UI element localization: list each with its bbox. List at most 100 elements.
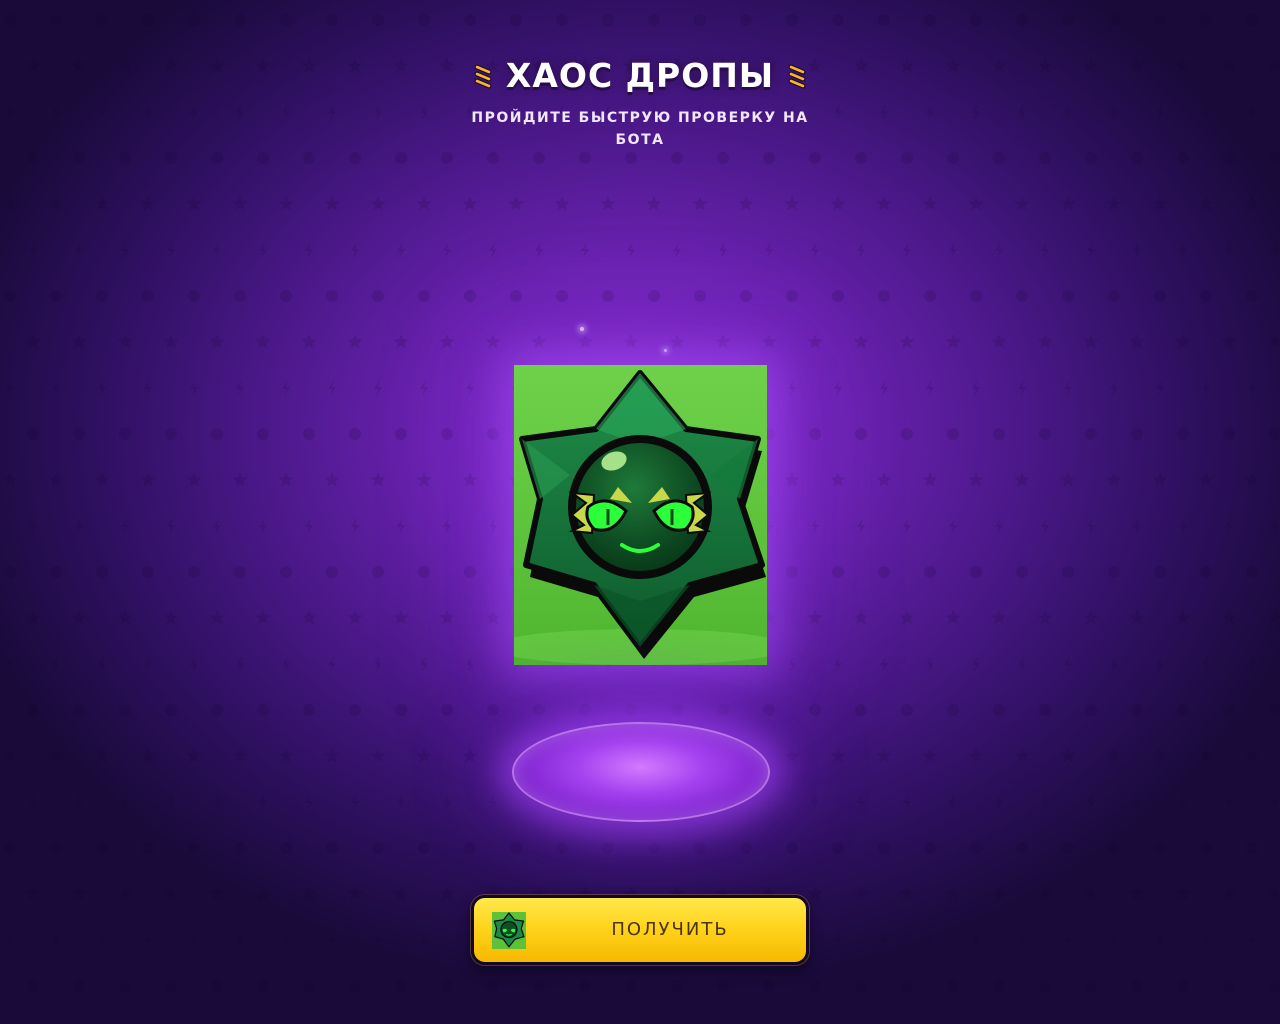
pattern-shape	[788, 656, 796, 672]
pattern-shape	[324, 196, 340, 211]
pattern-shape	[1060, 748, 1076, 763]
pattern-shape	[853, 886, 869, 901]
pattern-shape	[1225, 794, 1233, 810]
pattern-shape	[830, 196, 846, 211]
pattern-shape	[393, 610, 409, 625]
pattern-shape	[625, 152, 637, 164]
pattern-shape	[52, 656, 60, 672]
pattern-shape	[4, 842, 16, 854]
pattern-shape	[623, 334, 639, 349]
pattern-shape	[487, 152, 499, 164]
pattern-shape	[374, 656, 382, 672]
pattern-shape	[510, 842, 522, 854]
pattern-shape	[234, 566, 246, 578]
pattern-shape	[972, 380, 980, 396]
pattern-shape	[416, 748, 432, 763]
pattern-shape	[692, 196, 708, 211]
pattern-shape	[901, 704, 913, 716]
pattern-shape	[1271, 518, 1279, 534]
pattern-shape	[487, 704, 499, 716]
pattern-shape	[439, 886, 455, 901]
pattern-shape	[510, 14, 522, 26]
pattern-shape	[784, 472, 800, 487]
pattern-shape	[991, 334, 1007, 349]
pattern-shape	[1129, 334, 1145, 349]
pattern-shape	[487, 980, 499, 992]
pattern-shape	[485, 334, 501, 349]
pattern-shape	[25, 610, 41, 625]
pattern-shape	[188, 842, 200, 854]
pattern-shape	[211, 428, 223, 440]
pattern-shape	[968, 472, 984, 487]
pattern-shape	[349, 428, 361, 440]
pattern-shape	[1087, 242, 1095, 258]
pattern-shape	[1106, 748, 1122, 763]
pattern-shape	[1087, 794, 1095, 810]
pattern-shape	[443, 794, 451, 810]
pattern-shape	[324, 472, 340, 487]
pattern-shape	[1269, 704, 1280, 716]
pattern-shape	[98, 656, 106, 672]
pattern-shape	[970, 566, 982, 578]
pattern-shape	[811, 794, 819, 810]
pattern-shape	[48, 748, 64, 763]
pattern-shape	[119, 980, 131, 992]
pattern-shape	[1064, 656, 1072, 672]
pattern-shape	[324, 748, 340, 763]
claim-button[interactable]: ПОЛУЧИТЬ	[471, 895, 809, 965]
pattern-shape	[1198, 196, 1214, 211]
pattern-shape	[50, 14, 62, 26]
pattern-shape	[29, 794, 37, 810]
pattern-shape	[278, 196, 294, 211]
pattern-shape	[1037, 886, 1053, 901]
pattern-shape	[1016, 566, 1028, 578]
pattern-shape	[1062, 842, 1074, 854]
pattern-shape	[809, 704, 821, 716]
pattern-shape	[121, 518, 129, 534]
pattern-shape	[993, 428, 1005, 440]
pattern-shape	[972, 656, 980, 672]
pattern-shape	[993, 704, 1005, 716]
pattern-shape	[73, 704, 85, 716]
pattern-shape	[27, 428, 39, 440]
pattern-shape	[947, 152, 959, 164]
pattern-shape	[441, 152, 453, 164]
pattern-shape	[186, 196, 202, 211]
pattern-shape	[876, 748, 892, 763]
pattern-shape	[52, 380, 60, 396]
pattern-shape	[968, 748, 984, 763]
pattern-shape	[648, 290, 660, 302]
pattern-shape	[949, 518, 957, 534]
pattern-shape	[347, 334, 363, 349]
pattern-shape	[581, 242, 589, 258]
pattern-shape	[165, 704, 177, 716]
pattern-shape	[1108, 290, 1120, 302]
pattern-shape	[142, 842, 154, 854]
pattern-shape	[1200, 842, 1212, 854]
pattern-shape	[1221, 610, 1237, 625]
pattern-shape	[1223, 152, 1235, 164]
pattern-shape	[1064, 932, 1072, 948]
pattern-shape	[395, 704, 407, 716]
pattern-shape	[1041, 518, 1049, 534]
pattern-shape	[1202, 380, 1210, 396]
pattern-shape	[213, 242, 221, 258]
pattern-shape	[73, 428, 85, 440]
pattern-shape	[372, 290, 384, 302]
pattern-shape	[1154, 566, 1166, 578]
pattern-shape	[416, 196, 432, 211]
pattern-shape	[717, 980, 729, 992]
pattern-shape	[349, 704, 361, 716]
pattern-shape	[326, 842, 338, 854]
pattern-shape	[1246, 566, 1258, 578]
pattern-shape	[52, 932, 60, 948]
pattern-shape	[1087, 518, 1095, 534]
reward-item-card	[514, 365, 767, 665]
pattern-shape	[1175, 334, 1191, 349]
pattern-shape	[1085, 428, 1097, 440]
pattern-shape	[418, 842, 430, 854]
pattern-shape	[1108, 566, 1120, 578]
pattern-shape	[1085, 704, 1097, 716]
pattern-shape	[25, 886, 41, 901]
pattern-shape	[1018, 932, 1026, 948]
